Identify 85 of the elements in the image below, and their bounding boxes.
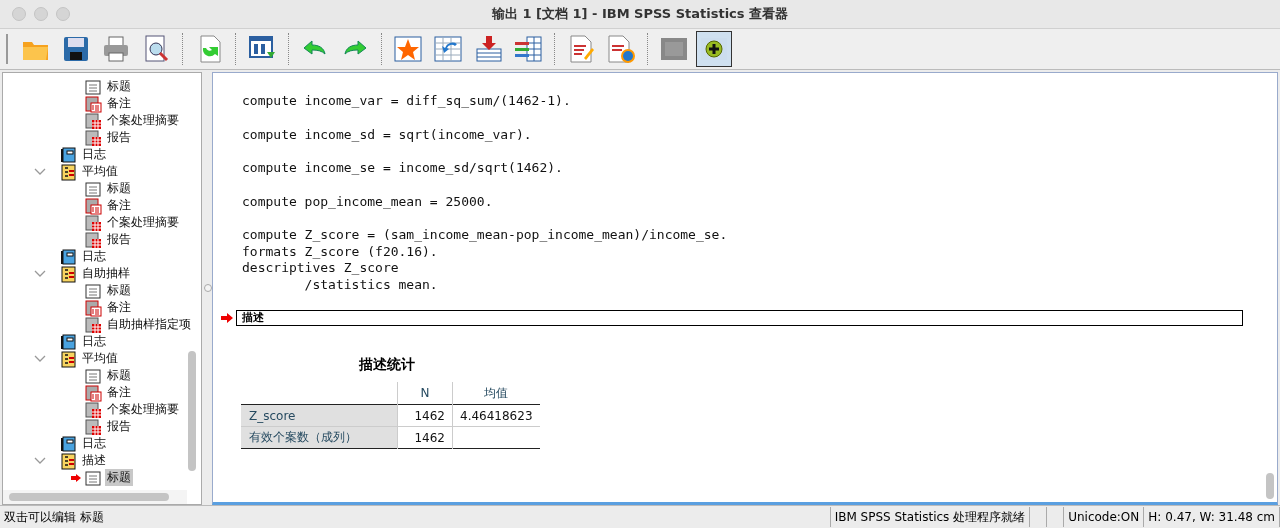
page-icon xyxy=(84,366,102,385)
table-book-icon xyxy=(84,315,102,334)
row-header: Z_score xyxy=(241,404,398,427)
outline-item[interactable]: 个案处理摘要 xyxy=(105,112,181,129)
status-processor: IBM SPSS Statistics 处理程序就绪 xyxy=(830,507,1031,527)
syntax-line: descriptives Z_score xyxy=(242,260,400,277)
outline-item[interactable]: 备注 xyxy=(105,384,133,401)
scrollbar-thumb[interactable] xyxy=(1266,473,1274,499)
outline-item[interactable]: 报告 xyxy=(105,129,133,146)
chevron-icon[interactable] xyxy=(34,354,46,363)
status-message: 双击可以编辑 标题 xyxy=(0,507,831,527)
table-book-icon xyxy=(84,417,102,436)
book-icon xyxy=(59,247,77,266)
page-icon xyxy=(84,468,102,487)
table-book-icon xyxy=(84,213,102,232)
table-book-icon xyxy=(84,111,102,130)
scrollbar-thumb[interactable] xyxy=(188,351,196,471)
chevron-icon[interactable] xyxy=(34,456,46,465)
syntax-line: compute pop_income_mean = 25000. xyxy=(242,193,494,210)
table-cell: 4.46418623 xyxy=(452,404,540,427)
outline-item[interactable]: 备注 xyxy=(105,197,133,214)
column-header: 均值 xyxy=(452,382,540,405)
insert-arrow-icon xyxy=(473,34,503,64)
outline-item[interactable]: 自助抽样 xyxy=(80,265,132,282)
status-size: H: 0.47, W: 31.48 cm xyxy=(1144,507,1280,527)
star-table-icon xyxy=(393,34,423,64)
window-title: 输出 1 [文档 1] - IBM SPSS Statistics 查看器 xyxy=(491,5,789,23)
notebook-icon xyxy=(59,162,77,181)
notebook-icon xyxy=(59,264,77,283)
outline-item[interactable]: 日志 xyxy=(80,248,108,265)
scrollbar-thumb[interactable] xyxy=(9,493,169,501)
outline-item[interactable]: 平均值 xyxy=(80,350,120,367)
outline-item[interactable]: 自助抽样指定项 xyxy=(105,316,193,333)
syntax-line: formats Z_score (f20.16). xyxy=(242,243,439,260)
printer-icon xyxy=(101,34,131,64)
outline-item[interactable]: 标题 xyxy=(105,282,133,299)
page-icon xyxy=(84,179,102,198)
page-icon xyxy=(84,77,102,96)
table-cell: 1462 xyxy=(397,426,453,449)
book-icon xyxy=(59,145,77,164)
outline-item[interactable]: 标题 xyxy=(105,180,133,197)
notebook-icon xyxy=(59,349,77,368)
show-tool-button[interactable] xyxy=(696,31,732,67)
notebook-icon xyxy=(59,451,77,470)
syntax-line: /statistics mean. xyxy=(303,276,439,293)
table-cell: 1462 xyxy=(397,404,453,427)
table-book-icon xyxy=(84,128,102,147)
info-book-icon xyxy=(84,383,102,402)
chevron-icon[interactable] xyxy=(34,269,46,278)
outline-item[interactable]: 备注 xyxy=(105,95,133,112)
outline-item[interactable]: 日志 xyxy=(80,146,108,163)
outline-item[interactable]: 报告 xyxy=(105,418,133,435)
outline-item[interactable]: 个案处理摘要 xyxy=(105,214,181,231)
info-book-icon xyxy=(84,298,102,317)
info-book-icon xyxy=(84,196,102,215)
book-icon xyxy=(59,434,77,453)
column-header: N xyxy=(397,382,453,405)
table-title: 描述统计 xyxy=(358,356,416,374)
status-unicode: Unicode:ON xyxy=(1064,507,1145,527)
syntax-line: compute income_var = diff_sq_sum/(1462-1). xyxy=(242,93,572,110)
pointer-arrow-icon xyxy=(71,473,81,482)
variables-icon xyxy=(513,34,543,64)
syntax-line: compute Z_score = (sam_income_mean-pop_income_mean)/income_se. xyxy=(242,227,729,244)
page-icon xyxy=(84,281,102,300)
outline-item[interactable]: 个案处理摘要 xyxy=(105,401,181,418)
outline-item[interactable]: 平均值 xyxy=(80,163,120,180)
table-book-icon xyxy=(84,230,102,249)
syntax-line: compute income_sd = sqrt(income_var). xyxy=(242,126,533,143)
table-book-icon xyxy=(84,400,102,419)
chevron-icon[interactable] xyxy=(34,167,46,176)
outline-item[interactable]: 标题 xyxy=(105,78,133,95)
outline-item[interactable]: 日志 xyxy=(80,333,108,350)
info-book-icon xyxy=(84,94,102,113)
row-header: 有效个案数（成列） xyxy=(241,426,398,449)
outline-item[interactable]: 日志 xyxy=(80,435,108,452)
outline-item[interactable]: 备注 xyxy=(105,299,133,316)
outline-item[interactable]: 描述 xyxy=(80,452,108,469)
outline-item[interactable]: 标题 xyxy=(105,469,133,486)
document-play-icon xyxy=(606,34,636,64)
table-arrow-icon xyxy=(433,34,463,64)
book-icon xyxy=(59,332,77,351)
syntax-line: compute income_se = income_sd/sqrt(1462). xyxy=(242,160,564,177)
outline-item[interactable]: 标题 xyxy=(105,367,133,384)
output-title[interactable]: 描述 xyxy=(236,310,1243,326)
outline-item[interactable]: 报告 xyxy=(105,231,133,248)
